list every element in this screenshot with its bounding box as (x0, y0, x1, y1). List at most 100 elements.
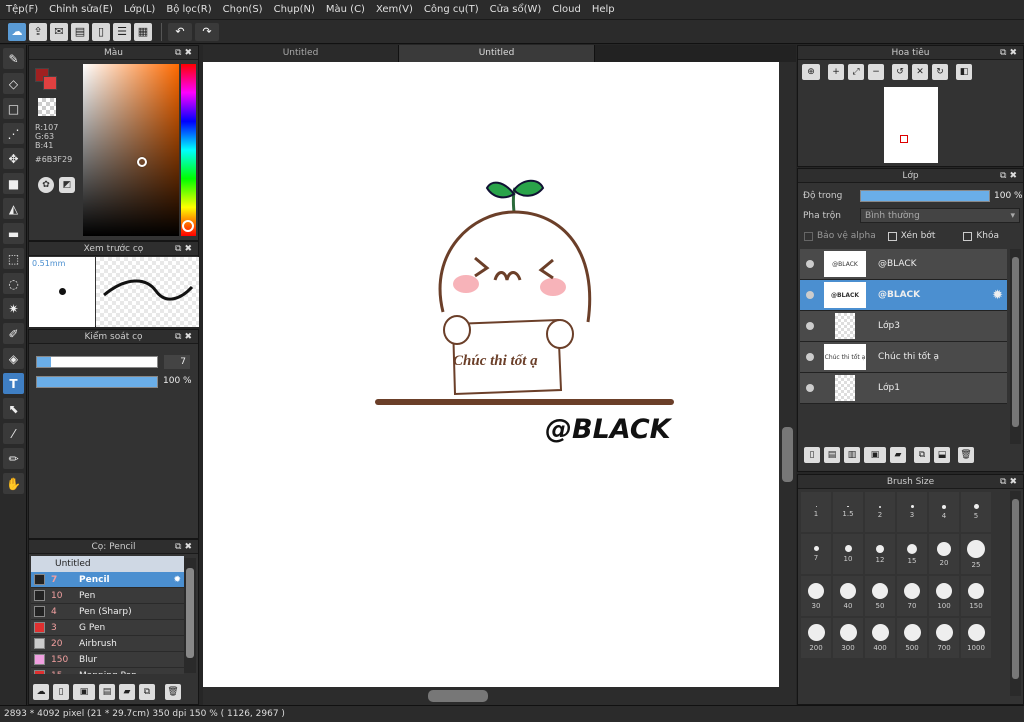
brush-properties-icon[interactable]: ▤ (99, 684, 115, 700)
panel-close-icon[interactable]: ⧉✖ (1000, 169, 1020, 183)
navigator-viewport-box[interactable] (900, 135, 908, 143)
eye-icon[interactable] (806, 260, 814, 268)
shape-tool-icon[interactable]: □ (3, 98, 24, 119)
brush-size-option[interactable]: 150 (961, 576, 991, 616)
gear-icon[interactable]: ✹ (992, 288, 1003, 303)
share-icon[interactable]: ⇪ (29, 22, 47, 41)
layer-row[interactable]: @BLACK @BLACK ✹ (800, 280, 1007, 311)
brush-tool-icon[interactable]: ✎ (3, 48, 24, 69)
brush-size-slider[interactable] (36, 356, 158, 368)
delete-brush-icon[interactable]: 🗑 (165, 684, 181, 700)
drawing-canvas[interactable]: Chúc thi tốt ạ @BLACK (203, 62, 779, 687)
menu-capture[interactable]: Chụp(N) (274, 4, 315, 15)
menu-cloud[interactable]: Cloud (552, 4, 581, 15)
new-brush-icon[interactable]: ▯ (53, 684, 69, 700)
panel-close-icon[interactable]: ⧉✖ (175, 46, 195, 60)
brush-opacity-slider[interactable] (36, 376, 158, 388)
cloud-icon[interactable]: ☁ (8, 22, 26, 41)
hue-slider-handle[interactable] (182, 220, 194, 232)
select-rect-tool-icon[interactable]: ⬚ (3, 248, 24, 269)
saturation-value-picker[interactable] (83, 64, 179, 236)
menu-tools[interactable]: Công cụ(T) (424, 4, 479, 15)
page-icon[interactable]: ▯ (92, 22, 110, 41)
canvas-horizontal-scroll-thumb[interactable] (428, 690, 488, 702)
brush-size-option[interactable]: 100 (929, 576, 959, 616)
menu-layer[interactable]: Lớp(L) (124, 4, 155, 15)
layer-row[interactable]: @BLACK @BLACK (800, 249, 1007, 280)
transparent-color-swatch[interactable] (38, 98, 56, 116)
brush-size-value[interactable]: 7 (164, 355, 190, 369)
brush-size-option[interactable]: 400 (865, 618, 895, 658)
rotate-left-icon[interactable]: ↺ (892, 64, 908, 80)
panel-close-icon[interactable]: ⧉✖ (1000, 475, 1020, 489)
brush-group-row[interactable]: Untitled (31, 556, 184, 572)
menu-help[interactable]: Help (592, 4, 615, 15)
brush-size-option[interactable]: 300 (833, 618, 863, 658)
flip-icon[interactable]: ◧ (956, 64, 972, 80)
fill-rect-tool-icon[interactable]: ■ (3, 173, 24, 194)
menu-window[interactable]: Cửa sổ(W) (490, 4, 542, 15)
brush-folder-icon[interactable]: ▰ (119, 684, 135, 700)
delete-layer-icon[interactable]: 🗑 (958, 447, 974, 463)
menu-view[interactable]: Xem(V) (376, 4, 413, 15)
hand-tool-icon[interactable]: ✋ (3, 473, 24, 494)
speech-icon[interactable]: ▤ (71, 22, 89, 41)
layer-row[interactable]: Lớp1 (800, 373, 1007, 404)
duplicate-brush-icon[interactable]: ⧉ (139, 684, 155, 700)
canvas-vertical-scrollbar[interactable] (779, 62, 796, 687)
new-8bit-layer-icon[interactable]: ▥ (844, 447, 860, 463)
redo-icon[interactable]: ↷ (195, 22, 219, 41)
blend-mode-select[interactable]: Bình thường ▾ (860, 208, 1020, 223)
brush-size-option[interactable]: 70 (897, 576, 927, 616)
brush-size-option[interactable]: 25 (961, 534, 991, 574)
layer-list-scrollbar[interactable] (1010, 249, 1021, 444)
ruler-tool-icon[interactable]: ✏ (3, 448, 24, 469)
zoom-in-icon[interactable]: + (828, 64, 844, 80)
select-pen-tool-icon[interactable]: ✐ (3, 323, 24, 344)
menu-file[interactable]: Tệp(F) (6, 4, 38, 15)
rotate-reset-icon[interactable]: ✕ (912, 64, 928, 80)
new-layer-icon[interactable]: ▯ (804, 447, 820, 463)
select-eraser-tool-icon[interactable]: ◈ (3, 348, 24, 369)
brush-list-item[interactable]: 7 Pencil ✹ (31, 572, 184, 588)
brush-size-option[interactable]: 50 (865, 576, 895, 616)
brush-size-option[interactable]: 7 (801, 534, 831, 574)
duplicate-layer-icon[interactable]: ⧉ (914, 447, 930, 463)
brush-list-item[interactable]: 4 Pen (Sharp) (31, 604, 184, 620)
layer-opacity-slider[interactable] (860, 190, 990, 202)
brush-size-option[interactable]: 1.5 (833, 492, 863, 532)
menu-edit[interactable]: Chỉnh sửa(E) (49, 4, 113, 15)
brush-size-option[interactable]: 1 (801, 492, 831, 532)
grid-icon[interactable]: ▦ (134, 22, 152, 41)
list-icon[interactable]: ☰ (113, 22, 131, 41)
lasso-tool-icon[interactable]: ◌ (3, 273, 24, 294)
brush-size-option[interactable]: 5 (961, 492, 991, 532)
panel-close-icon[interactable]: ⧉✖ (175, 330, 195, 344)
panel-close-icon[interactable]: ⧉✖ (1000, 46, 1020, 60)
brush-list-item[interactable]: 10 Pen (31, 588, 184, 604)
eyedropper-tool-icon[interactable]: ⁄ (3, 423, 24, 444)
brush-list-scrollbar[interactable] (184, 558, 196, 673)
text-tool-icon[interactable]: T (3, 373, 24, 394)
tab-untitled-2[interactable]: Untitled (399, 45, 595, 62)
panel-close-icon[interactable]: ⧉✖ (175, 540, 195, 554)
layer-row[interactable]: Lớp3 (800, 311, 1007, 342)
layer-row[interactable]: Chúc thi tốt ạ Chúc thi tốt ạ (800, 342, 1007, 373)
menu-select[interactable]: Chọn(S) (223, 4, 263, 15)
eye-icon[interactable] (806, 353, 814, 361)
brush-size-scrollbar[interactable] (1010, 491, 1021, 696)
brush-size-option[interactable]: 500 (897, 618, 927, 658)
brush-list-scroll-thumb[interactable] (186, 568, 194, 658)
eye-icon[interactable] (806, 291, 814, 299)
brush-list-item[interactable]: 150 Blur (31, 652, 184, 668)
zoom-icon[interactable]: ⊕ (802, 64, 820, 80)
tab-untitled-1[interactable]: Untitled (203, 45, 399, 62)
move-tool-icon[interactable]: ✥ (3, 148, 24, 169)
brush-size-option[interactable]: 40 (833, 576, 863, 616)
brush-size-option[interactable]: 1000 (961, 618, 991, 658)
brush-size-option[interactable]: 200 (801, 618, 831, 658)
brush-list-item[interactable]: 3 G Pen (31, 620, 184, 636)
undo-icon[interactable]: ↶ (168, 22, 192, 41)
brush-size-option[interactable]: 15 (897, 534, 927, 574)
gradient-tool-icon[interactable]: ▬ (3, 223, 24, 244)
